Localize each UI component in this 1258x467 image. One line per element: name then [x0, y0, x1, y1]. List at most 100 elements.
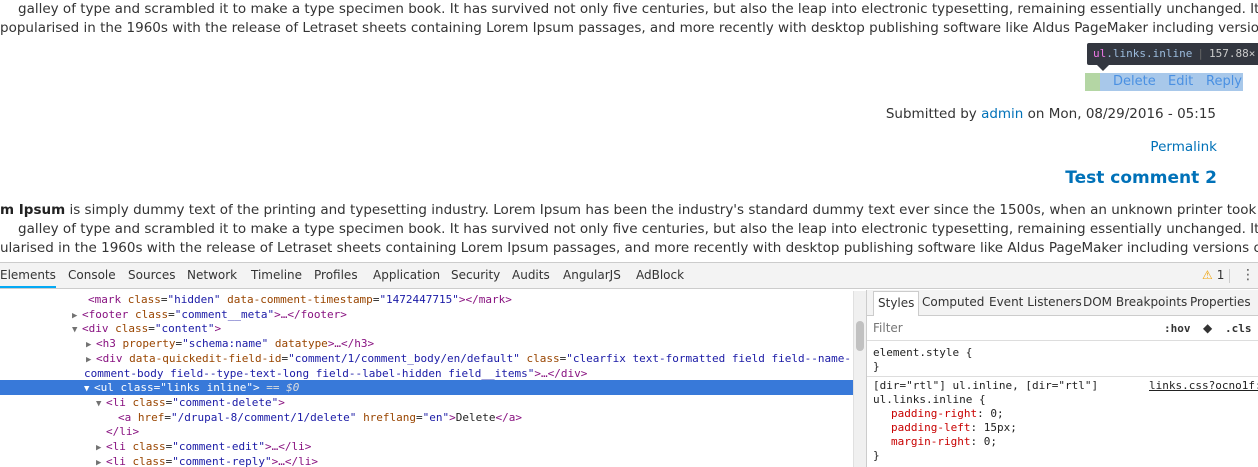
tree-node[interactable]: ▶ <div data-quickedit-field-id="comment/1… — [0, 351, 853, 366]
node-tag: > — [252, 381, 260, 395]
divider — [867, 376, 1258, 377]
tree-node[interactable]: ▶ <h3 property="schema:name" datatype>…</… — [0, 336, 853, 351]
styles-sidebar: Styles Computed Event Listeners DOM Brea… — [866, 290, 1258, 467]
tab-audits[interactable]: Audits — [512, 263, 550, 288]
node-attr-value: "comment-reply" — [172, 454, 272, 467]
equals: = — [160, 293, 168, 306]
tab-dom-breakpoints[interactable]: DOM Breakpoints — [1083, 290, 1187, 315]
tab-network[interactable]: Network — [187, 263, 237, 288]
tab-console[interactable]: Console — [68, 263, 116, 288]
toolbar-divider — [1229, 269, 1230, 283]
author-link[interactable]: admin — [981, 106, 1023, 122]
node-attr-name: class — [127, 293, 161, 306]
node-tag: <li — [106, 454, 126, 467]
sidebar-tabbar: Styles Computed Event Listeners DOM Brea… — [867, 290, 1258, 316]
css-property[interactable]: padding-right — [891, 407, 977, 420]
padding-highlight — [1085, 73, 1100, 91]
para-line: popularised in the 1960s with the releas… — [0, 20, 1258, 36]
css-value[interactable]: 15px; — [984, 421, 1017, 434]
tab-computed[interactable]: Computed — [922, 290, 984, 315]
node-attr-name: href — [137, 410, 165, 424]
tree-node[interactable]: <mark class="hidden" data-comment-timest… — [0, 292, 853, 307]
new-rule-icon[interactable]: ◆ — [1203, 321, 1212, 335]
node-attr-value: "comment__meta" — [174, 307, 275, 321]
hover-state-toggle[interactable]: :hov — [1164, 322, 1191, 335]
para-line: galley of type and scrambled it to make … — [18, 1, 1258, 17]
devtools-tabbar: Elements Console Sources Network Timelin… — [0, 263, 1258, 289]
tree-scrollbar[interactable] — [853, 291, 866, 467]
tree-node[interactable]: ▼ <div class="content"> — [0, 321, 853, 336]
node-tag: <li — [106, 440, 126, 453]
node-attr-name: class — [134, 307, 169, 321]
node-attr-name: class — [132, 395, 166, 409]
tab-event-listeners[interactable]: Event Listeners — [989, 290, 1082, 315]
stylesheet-source-link[interactable]: links.css?ocno1f: — [1149, 379, 1258, 392]
css-declaration[interactable]: margin-right: 0; — [873, 435, 1098, 449]
rule-selector[interactable]: ul.links.inline { — [873, 393, 1098, 407]
tooltip-tag: ul — [1093, 47, 1107, 60]
elements-tree[interactable]: <mark class="hidden" data-comment-timest… — [0, 290, 866, 467]
css-declaration[interactable]: padding-right: 0; — [873, 407, 1098, 421]
rule-close: } — [873, 360, 880, 373]
node-attr-value: comment-body field--type-text-long field… — [84, 366, 535, 380]
css-property[interactable]: margin-right — [891, 435, 970, 448]
node-attr-name: data-comment-timestamp — [227, 293, 373, 306]
edit-link[interactable]: Edit — [1168, 74, 1193, 89]
para-line: galley of type and scrambled it to make … — [18, 221, 1258, 237]
node-attr-name: class — [526, 351, 560, 365]
delete-link[interactable]: Delete — [1113, 74, 1156, 89]
tree-node-selected[interactable]: ▼ <ul class="links inline"> == $0 — [0, 380, 853, 396]
warning-counter[interactable]: ⚠ 1 — [1202, 263, 1224, 288]
css-value[interactable]: 0; — [990, 407, 1003, 420]
tab-application[interactable]: Application — [373, 263, 440, 288]
page-viewport: galley of type and scrambled it to make … — [0, 0, 1258, 262]
submitted-line: Submitted by admin on Mon, 08/29/2016 - … — [886, 106, 1216, 122]
node-tag: > — [449, 410, 456, 424]
tab-adblock[interactable]: AdBlock — [636, 263, 684, 288]
css-property[interactable]: padding-left — [891, 421, 970, 434]
scrollbar-thumb[interactable] — [856, 321, 864, 351]
tab-elements[interactable]: Elements — [0, 263, 56, 288]
node-attr-value: "schema:name" — [182, 337, 269, 351]
node-tag: <mark — [88, 293, 122, 306]
tree-node[interactable]: ▶ <li class="comment-edit">…</li> — [0, 439, 853, 454]
tree-node[interactable]: comment-body field--type-text-long field… — [0, 366, 853, 381]
node-tag: <li — [106, 395, 126, 409]
tab-security[interactable]: Security — [451, 263, 500, 288]
more-options-icon[interactable]: ⋮ — [1241, 263, 1255, 288]
styles-filter-input[interactable] — [873, 321, 1073, 335]
comment-title[interactable]: Test comment 2 — [1065, 168, 1217, 188]
tab-styles[interactable]: Styles — [873, 291, 920, 316]
node-tag: >…</div> — [534, 366, 588, 380]
comment-body-paragraph: galley of type and scrambled it to make … — [0, 0, 1258, 38]
colon: : — [970, 435, 984, 448]
rule-selector[interactable]: [dir="rtl"] ul.inline, [dir="rtl"] — [873, 379, 1098, 393]
node-attr-name: class — [115, 322, 149, 336]
tree-node[interactable]: ▶ <footer class="comment__meta">…</footer… — [0, 307, 853, 322]
tab-timeline[interactable]: Timeline — [251, 263, 302, 288]
node-attr-name: datatype — [274, 337, 328, 351]
class-toggle[interactable]: .cls — [1225, 322, 1252, 335]
permalink-link[interactable]: Permalink — [1150, 139, 1217, 155]
comment-body-paragraph: m Ipsum is simply dummy text of the prin… — [0, 201, 1258, 258]
node-tag: >…</footer> — [274, 307, 347, 321]
tree-node[interactable]: ▼ <li class="comment-delete"> — [0, 395, 853, 410]
tab-angularjs[interactable]: AngularJS — [563, 263, 621, 288]
tree-node[interactable]: ▶ <li class="comment-reply">…</li> — [0, 454, 853, 467]
reply-link[interactable]: Reply — [1206, 74, 1242, 89]
tab-profiles[interactable]: Profiles — [314, 263, 358, 288]
node-tag: > — [278, 395, 285, 409]
node-attr-value: "/drupal-8/comment/1/delete" — [171, 410, 357, 424]
tab-properties[interactable]: Properties — [1190, 290, 1251, 315]
css-value[interactable]: 0; — [984, 435, 997, 448]
node-attr-name: property — [122, 337, 176, 351]
rule-selector[interactable]: element.style { — [873, 346, 972, 360]
tree-node[interactable]: <a href="/drupal-8/comment/1/delete" hre… — [0, 410, 853, 425]
css-declaration[interactable]: padding-left: 15px; — [873, 421, 1098, 435]
node-tag: </a> — [495, 410, 523, 424]
tree-node[interactable]: </li> — [0, 424, 853, 439]
tab-sources[interactable]: Sources — [128, 263, 175, 288]
